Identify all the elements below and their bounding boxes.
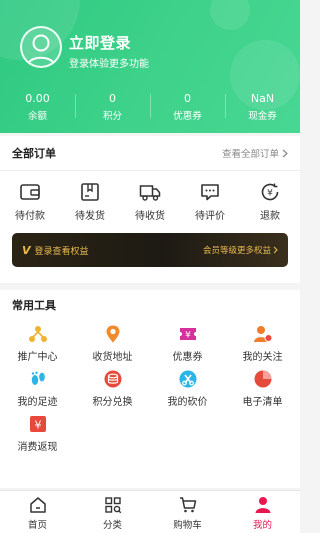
- tool-label: 消费返现: [17, 442, 58, 453]
- svg-text:¥: ¥: [34, 419, 41, 432]
- tool-label: 我的足迹: [17, 397, 58, 408]
- chevron-right-icon: [273, 246, 278, 254]
- vip-banner[interactable]: V 登录查看权益 会员等级更多权益: [12, 233, 288, 267]
- tab-mine[interactable]: 我的: [225, 491, 300, 533]
- stat-points[interactable]: 0 积分: [75, 88, 150, 128]
- tool-coupons[interactable]: ¥ 优惠券: [150, 320, 225, 365]
- section-title: 全部订单: [12, 147, 56, 160]
- user-follow-icon: [253, 326, 272, 342]
- view-all-orders-link[interactable]: 查看全部订单: [222, 146, 288, 160]
- vip-more-text: 会员等级更多权益: [202, 246, 271, 256]
- login-button[interactable]: 立即登录: [69, 32, 131, 53]
- tool-label: 我的砍价: [167, 397, 208, 408]
- tab-label: 我的: [252, 520, 272, 531]
- tool-shipping-address[interactable]: 收货地址: [75, 320, 150, 365]
- tool-label: 我的关注: [242, 352, 283, 363]
- order-pending-shipment[interactable]: 待发货: [60, 181, 120, 227]
- order-pending-review[interactable]: 待评价: [180, 181, 240, 227]
- order-pending-payment[interactable]: 待付款: [0, 181, 60, 227]
- tool-label: 优惠券: [172, 352, 203, 363]
- home-icon: [29, 497, 46, 513]
- svg-text:¥: ¥: [267, 189, 273, 199]
- stat-value: 0: [109, 92, 116, 105]
- tool-my-bargains[interactable]: 我的砍价: [150, 365, 225, 410]
- tool-promotion-center[interactable]: 推广中心: [0, 320, 75, 365]
- tool-label: 电子清单: [242, 397, 283, 408]
- location-icon: [106, 325, 119, 343]
- stat-value: 0.00: [25, 92, 50, 105]
- view-all-label: 查看全部订单: [221, 149, 279, 160]
- tab-label: 购物车: [173, 520, 202, 531]
- user-icon: [255, 497, 270, 513]
- chevron-right-icon: [282, 149, 288, 157]
- svg-text:¥: ¥: [185, 331, 191, 341]
- order-label: 待评价: [195, 211, 225, 222]
- section-title: 常用工具: [12, 299, 56, 312]
- order-status-row: 待付款 待发货 待收货 待评价 ¥ 退款: [0, 171, 300, 227]
- stat-label: 优惠券: [173, 111, 202, 122]
- network-icon: [28, 326, 47, 342]
- stat-value: NaN: [250, 92, 275, 105]
- order-pending-receipt[interactable]: 待收货: [120, 181, 180, 227]
- stat-cash-coupons[interactable]: NaN 现金券: [225, 88, 300, 128]
- vip-left: V 登录查看权益: [22, 244, 89, 257]
- stat-value: 0: [184, 92, 191, 105]
- tools-section: 常用工具 推广中心 收货地址 ¥ 优惠券 我的关注 我的足迹 积分兑换 我的砍价…: [0, 290, 300, 488]
- comment-icon: [201, 184, 219, 201]
- cashback-icon: ¥: [29, 416, 46, 432]
- order-label: 待收货: [135, 211, 165, 222]
- tools-header: 常用工具: [0, 290, 300, 320]
- tab-label: 分类: [102, 520, 122, 531]
- order-label: 退款: [260, 211, 280, 222]
- cart-icon: [179, 497, 196, 513]
- profile-header: 立即登录 登录体验更多功能 0.00 余额 0 积分 0 优惠券 NaN 现金券: [0, 0, 300, 133]
- tab-home[interactable]: 首页: [0, 491, 75, 533]
- tool-points-exchange[interactable]: 积分兑换: [75, 365, 150, 410]
- order-label: 待发货: [75, 211, 105, 222]
- tab-label: 首页: [27, 520, 47, 531]
- stat-coupons[interactable]: 0 优惠券: [150, 88, 225, 128]
- decor-bubble: [210, 0, 250, 30]
- tool-label: 收货地址: [92, 352, 133, 363]
- tool-label: 积分兑换: [92, 397, 133, 408]
- stat-label: 余额: [27, 111, 47, 122]
- bargain-icon: [179, 370, 196, 388]
- coin-icon: [104, 370, 121, 388]
- stat-label: 现金券: [248, 111, 277, 122]
- stat-label: 积分: [102, 111, 122, 122]
- order-refund[interactable]: ¥ 退款: [240, 181, 300, 227]
- tool-e-list[interactable]: 电子清单: [225, 365, 300, 410]
- tools-grid: 推广中心 收货地址 ¥ 优惠券 我的关注 我的足迹 积分兑换 我的砍价 电子清单: [0, 320, 300, 455]
- package-icon: [81, 183, 99, 201]
- order-label: 待付款: [15, 211, 45, 222]
- category-icon: [104, 497, 121, 514]
- pie-chart-icon: [254, 370, 271, 388]
- refund-icon: ¥: [261, 183, 279, 201]
- vip-v-icon: V: [22, 243, 31, 257]
- default-avatar-icon: [26, 34, 56, 66]
- wallet-icon: [20, 184, 40, 200]
- avatar[interactable]: [20, 26, 62, 68]
- tab-cart[interactable]: 购物车: [150, 491, 225, 533]
- login-subtitle: 登录体验更多功能: [69, 59, 149, 70]
- tool-label: 推广中心: [17, 352, 58, 363]
- stat-balance[interactable]: 0.00 余额: [0, 88, 75, 128]
- orders-header: 全部订单 查看全部订单: [0, 136, 300, 171]
- tool-my-footprints[interactable]: 我的足迹: [0, 365, 75, 410]
- vip-login-text: 登录查看权益: [34, 246, 89, 257]
- vip-more-link[interactable]: 会员等级更多权益: [203, 244, 278, 256]
- tool-my-follows[interactable]: 我的关注: [225, 320, 300, 365]
- bottom-tab-bar: 首页 分类 购物车 我的: [0, 490, 300, 533]
- account-stats: 0.00 余额 0 积分 0 优惠券 NaN 现金券: [0, 88, 300, 128]
- truck-icon: [139, 185, 161, 201]
- coupon-icon: ¥: [179, 328, 196, 341]
- footprint-icon: [31, 371, 45, 385]
- tool-cashback[interactable]: ¥ 消费返现: [0, 410, 75, 455]
- tab-category[interactable]: 分类: [75, 491, 150, 533]
